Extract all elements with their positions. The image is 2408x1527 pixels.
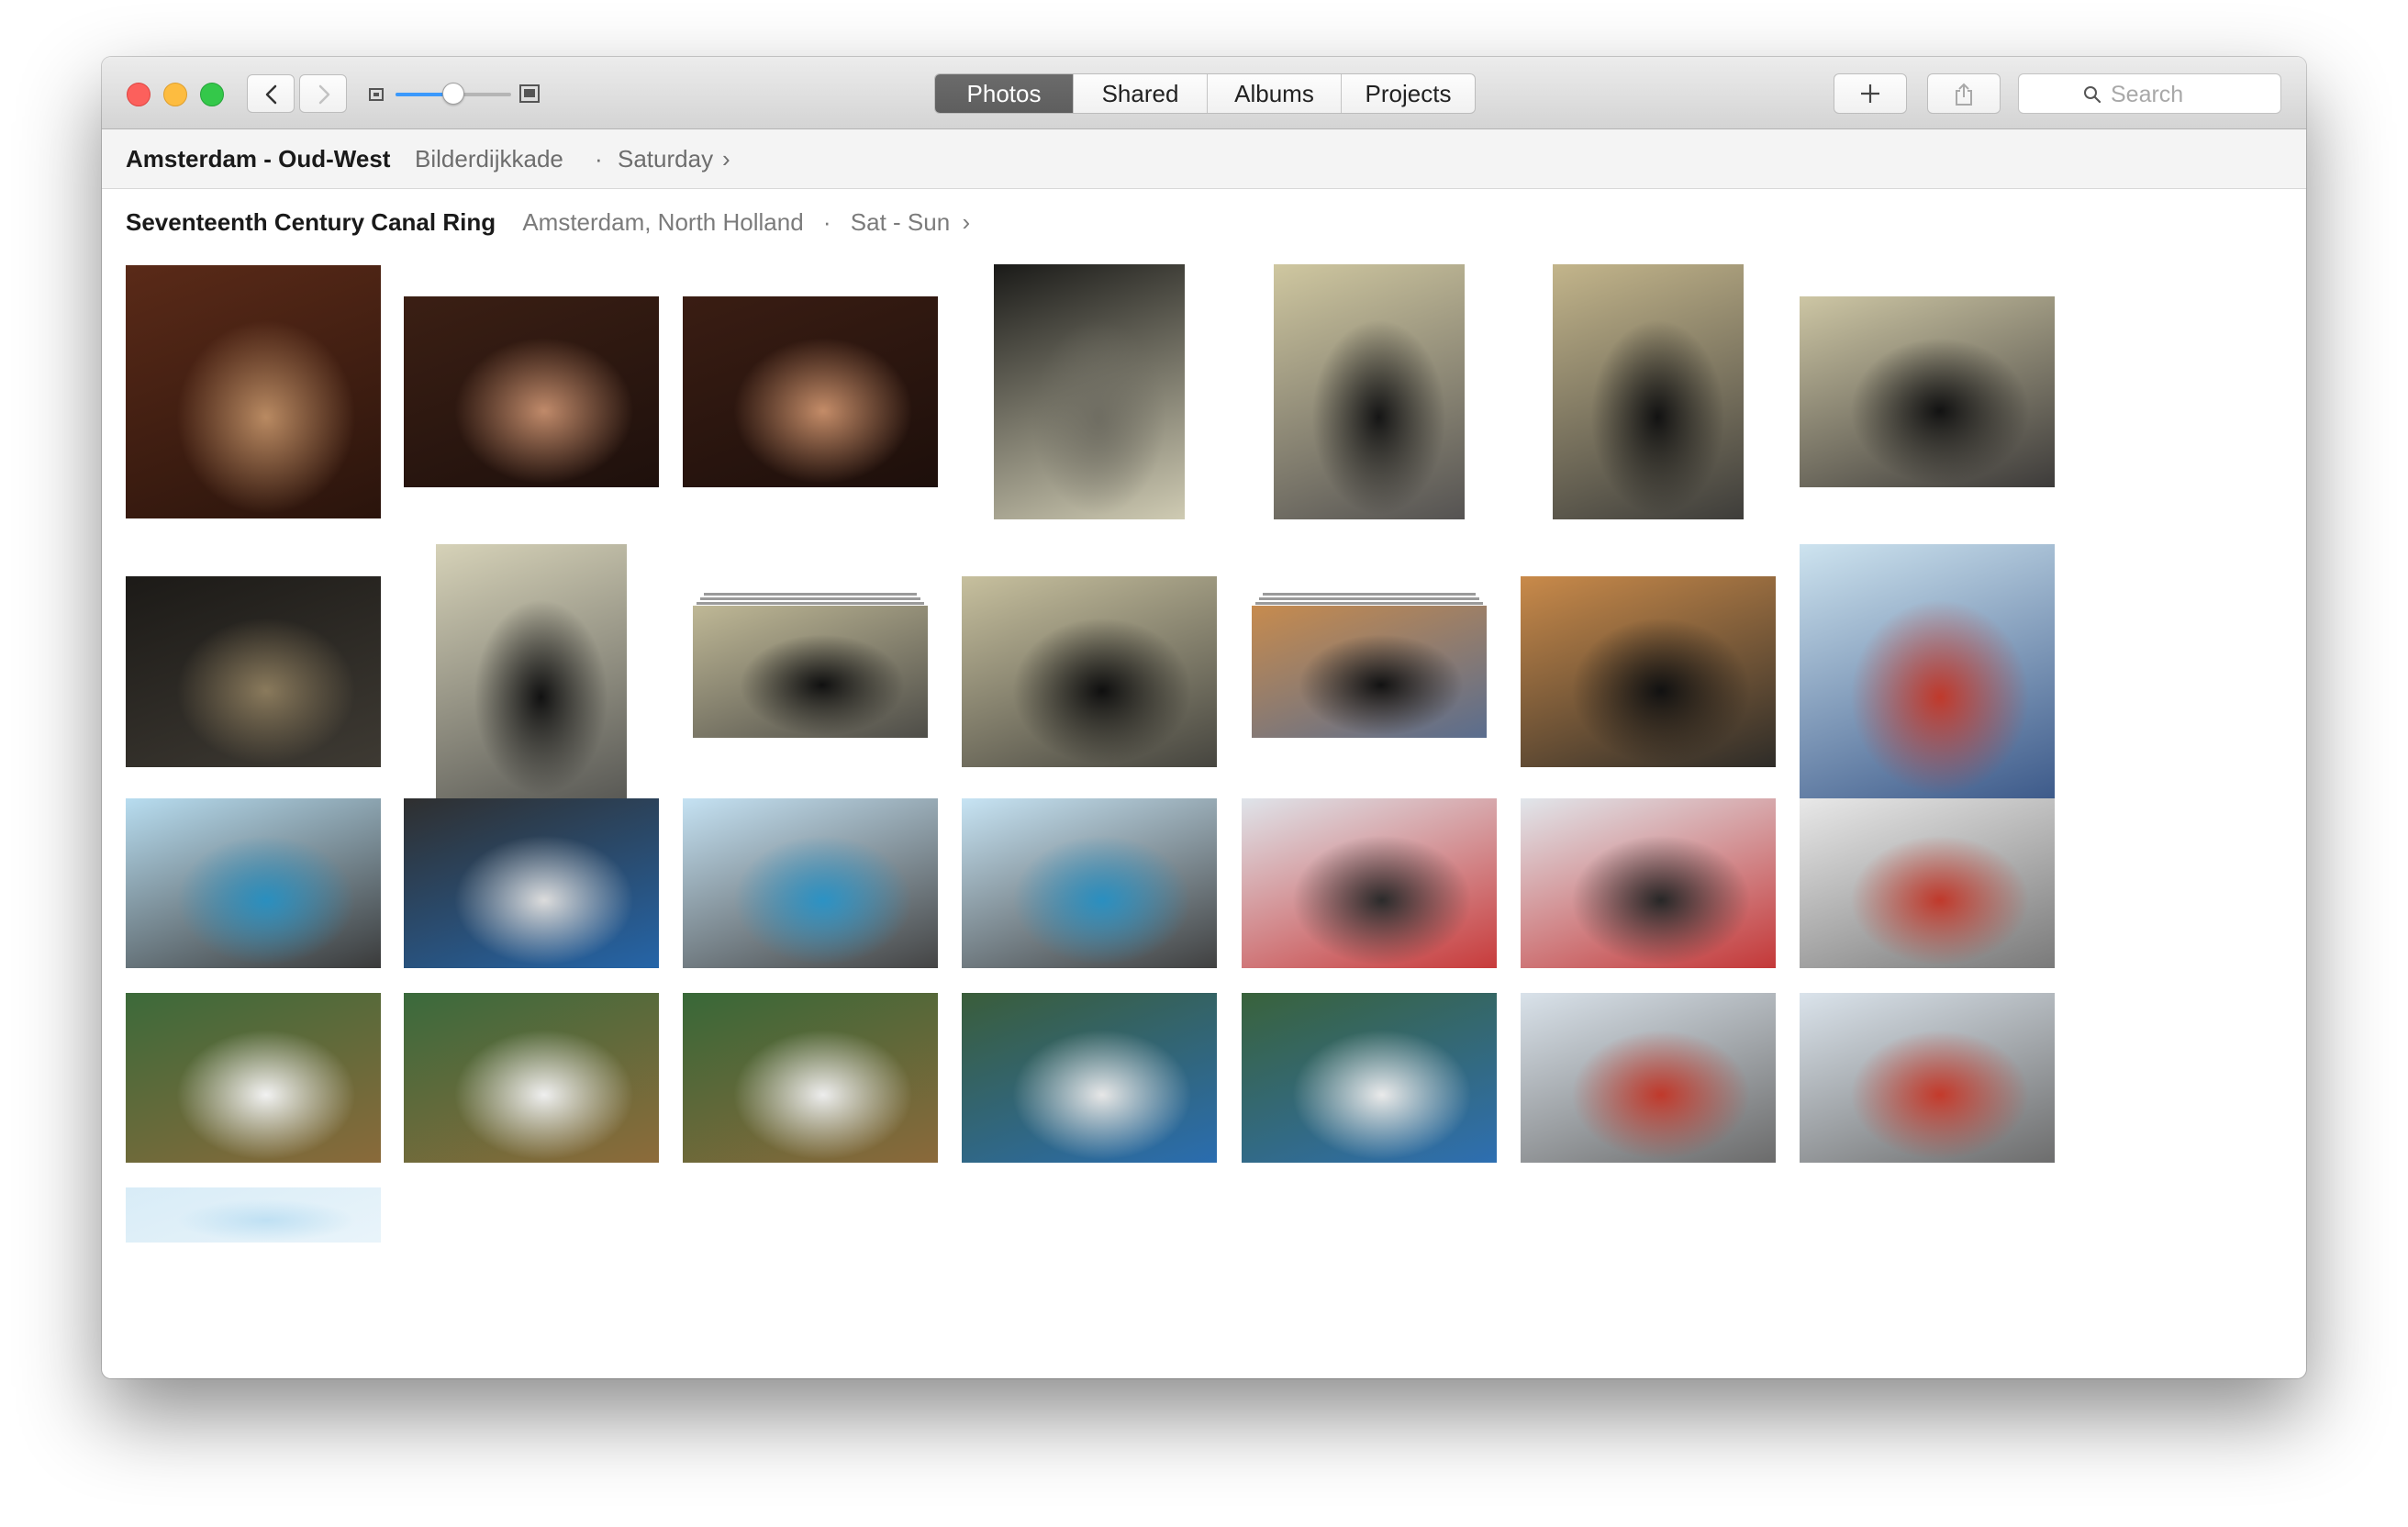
breadcrumb-separator: · [595, 145, 603, 173]
breadcrumb-place[interactable]: Amsterdam - Oud-West [126, 129, 390, 188]
photo-thumbnail[interactable] [1800, 296, 2055, 487]
stack-edge [700, 597, 920, 600]
photo-thumbnail[interactable] [1252, 606, 1487, 738]
photo-thumbnail[interactable] [962, 992, 1217, 1163]
photo-thumbnail[interactable] [126, 1187, 381, 1243]
breadcrumb: Amsterdam - Oud-West Bilderdijkkade · Sa… [102, 129, 2306, 189]
photos-window: Photos Shared Albums Projects Search Ams… [102, 57, 2306, 1378]
back-button[interactable] [247, 74, 295, 113]
minimize-window-button[interactable] [163, 83, 187, 106]
chevron-right-icon: › [722, 145, 730, 173]
tab-albums[interactable]: Albums [1207, 74, 1341, 113]
chevron-right-icon: › [962, 208, 971, 236]
tab-projects[interactable]: Projects [1341, 74, 1475, 113]
view-switcher: Photos Shared Albums Projects [934, 73, 1476, 114]
plus-icon [1861, 84, 1879, 103]
photo-thumbnail[interactable] [1242, 797, 1497, 968]
photo-thumbnail[interactable] [1800, 544, 2055, 799]
photo-thumbnail[interactable] [962, 576, 1217, 767]
photo-thumbnail[interactable] [126, 265, 381, 518]
photo-thumbnail[interactable] [1800, 992, 2055, 1163]
photo-thumbnail[interactable] [1800, 797, 2055, 968]
zoom-slider-knob[interactable] [442, 83, 464, 105]
zoom-window-button[interactable] [200, 83, 224, 106]
search-input[interactable] [2109, 81, 2269, 108]
photo-thumbnail[interactable] [1242, 992, 1497, 1163]
photo-thumbnail[interactable] [1553, 264, 1744, 519]
photo-thumbnail[interactable] [1274, 264, 1465, 519]
small-thumbnail-icon [369, 88, 384, 101]
photo-thumbnail[interactable] [404, 992, 659, 1163]
photo-thumbnail[interactable] [126, 576, 381, 767]
moment-location[interactable]: Amsterdam, North Holland [522, 208, 803, 236]
breadcrumb-day[interactable]: Saturday [618, 129, 713, 188]
photo-thumbnail[interactable] [1521, 797, 1776, 968]
moment-dates[interactable]: Sat - Sun [851, 208, 950, 236]
close-window-button[interactable] [127, 83, 150, 106]
forward-button[interactable] [299, 74, 347, 113]
photo-thumbnail[interactable] [693, 606, 928, 738]
photo-thumbnail[interactable] [683, 797, 938, 968]
search-field[interactable] [2018, 73, 2281, 114]
photo-thumbnail[interactable] [1521, 992, 1776, 1163]
chevron-left-icon [265, 84, 277, 105]
photo-thumbnail[interactable] [404, 296, 659, 487]
photo-thumbnail[interactable] [126, 992, 381, 1163]
moment-title[interactable]: Seventeenth Century Canal Ring [126, 208, 496, 236]
large-thumbnail-icon [519, 84, 540, 103]
photo-thumbnail[interactable] [404, 797, 659, 968]
photo-thumbnail[interactable] [436, 544, 627, 799]
moment-header: Seventeenth Century Canal Ring Amsterdam… [126, 202, 970, 242]
stack-edge [704, 593, 917, 596]
photo-thumbnail[interactable] [683, 296, 938, 487]
breadcrumb-street[interactable]: Bilderdijkkade [415, 129, 563, 188]
share-icon [1956, 83, 1972, 106]
photo-thumbnail[interactable] [683, 992, 938, 1163]
photo-thumbnail[interactable] [1521, 576, 1776, 767]
share-button[interactable] [1927, 73, 2001, 114]
chevron-right-icon [318, 84, 330, 105]
moment-separator: · [822, 208, 831, 236]
photo-thumbnail[interactable] [994, 264, 1185, 519]
tab-shared[interactable]: Shared [1073, 74, 1207, 113]
photo-thumbnail[interactable] [962, 797, 1217, 968]
stack-edge [1263, 593, 1476, 596]
stack-edge [1259, 597, 1479, 600]
add-button[interactable] [1834, 73, 1907, 114]
photo-thumbnail[interactable] [126, 797, 381, 968]
toolbar: Photos Shared Albums Projects [102, 57, 2306, 129]
stack-edge [1255, 602, 1483, 605]
search-icon [2084, 86, 2101, 104]
tab-photos[interactable]: Photos [935, 74, 1073, 113]
stack-edge [697, 602, 924, 605]
